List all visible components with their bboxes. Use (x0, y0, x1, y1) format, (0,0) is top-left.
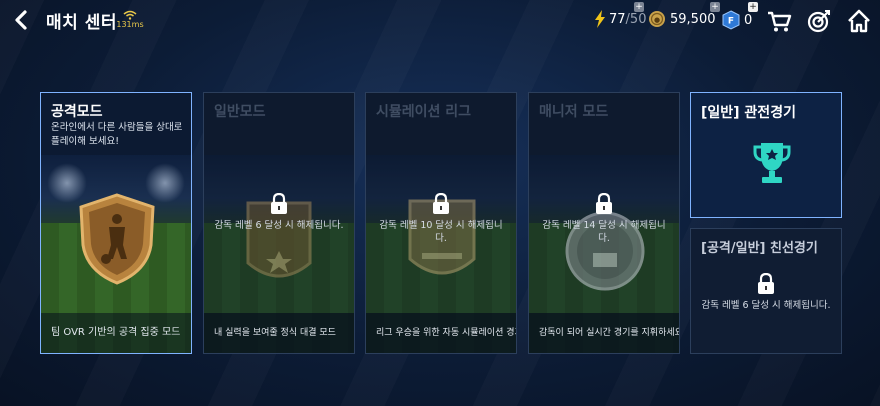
coin-amount: 59,500 (670, 11, 716, 27)
friendly-match-card[interactable]: [공격/일반] 친선경기 감독 레벨 6 달성 시 해제됩니다. (690, 228, 842, 354)
unlock-requirement: 감독 레벨 14 달성 시 해제됩니다. (542, 220, 666, 244)
lock-icon (758, 273, 774, 294)
ping-indicator: 131ms (116, 10, 144, 29)
mode-footer: 리그 우승을 위한 자동 시뮬레이션 경기 (366, 313, 516, 353)
mode-title: 시뮬레이션 리그 (376, 104, 472, 120)
coin-counter: ● 59,500 (648, 10, 716, 28)
lock-overlay: 감독 레벨 6 달성 시 해제됩니다. (691, 273, 841, 312)
coin-icon: ● (649, 11, 665, 27)
fc-points-amount: 0 (744, 12, 753, 28)
energy-add-button[interactable]: + (634, 2, 644, 12)
home-icon[interactable] (846, 8, 872, 34)
lock-icon (433, 193, 449, 214)
lock-overlay: 감독 레벨 10 달성 시 해제됩니다. (366, 193, 516, 245)
mode-footer: 팀 OVR 기반의 공격 집중 모드 (41, 313, 191, 353)
fc-points-add-button[interactable]: + (748, 2, 758, 12)
mode-title: 매니저 모드 (539, 104, 609, 120)
top-bar: 매치 센터 131ms 77 /50 + ● 59,500 + F 0 + (0, 0, 880, 44)
energy-counter: 77 /50 (594, 10, 646, 28)
page-title: 매치 센터 (46, 13, 117, 33)
lock-icon (271, 193, 287, 214)
simulation-league-card[interactable]: 시뮬레이션 리그 감독 레벨 10 달성 시 해제됩니다. 리그 우승을 위한 … (365, 92, 517, 354)
energy-current: 77 (609, 11, 626, 27)
attack-mode-card[interactable]: 공격모드 온라인에서 다른 사람들을 상대로 플레이해 보세요! 팀 OVR 기… (40, 92, 192, 354)
mode-description: 온라인에서 다른 사람들을 상대로 플레이해 보세요! (51, 122, 183, 147)
lock-overlay: 감독 레벨 14 달성 시 해제됩니다. (529, 193, 679, 245)
svg-text:F: F (728, 17, 734, 27)
unlock-requirement: 감독 레벨 6 달성 시 해제됩니다. (701, 300, 831, 311)
attack-shield-emblem-icon (79, 193, 155, 285)
fc-points-icon: F (722, 10, 740, 30)
general-mode-card[interactable]: 일반모드 감독 레벨 6 달성 시 해제됩니다. 내 실력을 보여줄 정식 대결… (203, 92, 355, 354)
lock-overlay: 감독 레벨 6 달성 시 해제됩니다. (204, 193, 354, 232)
friendly-title: [공격/일반] 친선경기 (701, 241, 818, 256)
ping-value: 131ms (116, 20, 144, 29)
unlock-requirement: 감독 레벨 10 달성 시 해제됩니다. (379, 220, 503, 244)
manager-mode-card[interactable]: 매니저 모드 감독 레벨 14 달성 시 해제됩니다. 감독이 되어 실시간 경… (528, 92, 680, 354)
lock-icon (596, 193, 612, 214)
mode-footer: 감독이 되어 실시간 경기를 지휘하세요 (529, 313, 679, 353)
energy-max: /50 (625, 11, 647, 27)
mode-footer: 내 실력을 보여줄 정식 대결 모드 (204, 313, 354, 353)
lightning-icon (595, 10, 605, 28)
wifi-icon (123, 10, 137, 20)
mode-title: 공격모드 (51, 104, 103, 120)
objectives-target-icon[interactable] (806, 8, 832, 34)
spectate-match-card[interactable]: [일반] 관전경기 (690, 92, 842, 218)
coin-add-button[interactable]: + (710, 2, 720, 12)
unlock-requirement: 감독 레벨 6 달성 시 해제됩니다. (214, 220, 344, 231)
trophy-icon (753, 143, 791, 183)
mode-title: 일반모드 (214, 104, 266, 120)
spectate-title: [일반] 관전경기 (701, 105, 796, 121)
svg-text:●: ● (654, 16, 660, 24)
fc-points-counter: F 0 (722, 10, 752, 30)
shop-cart-icon[interactable] (766, 8, 792, 34)
back-icon[interactable] (10, 8, 34, 32)
